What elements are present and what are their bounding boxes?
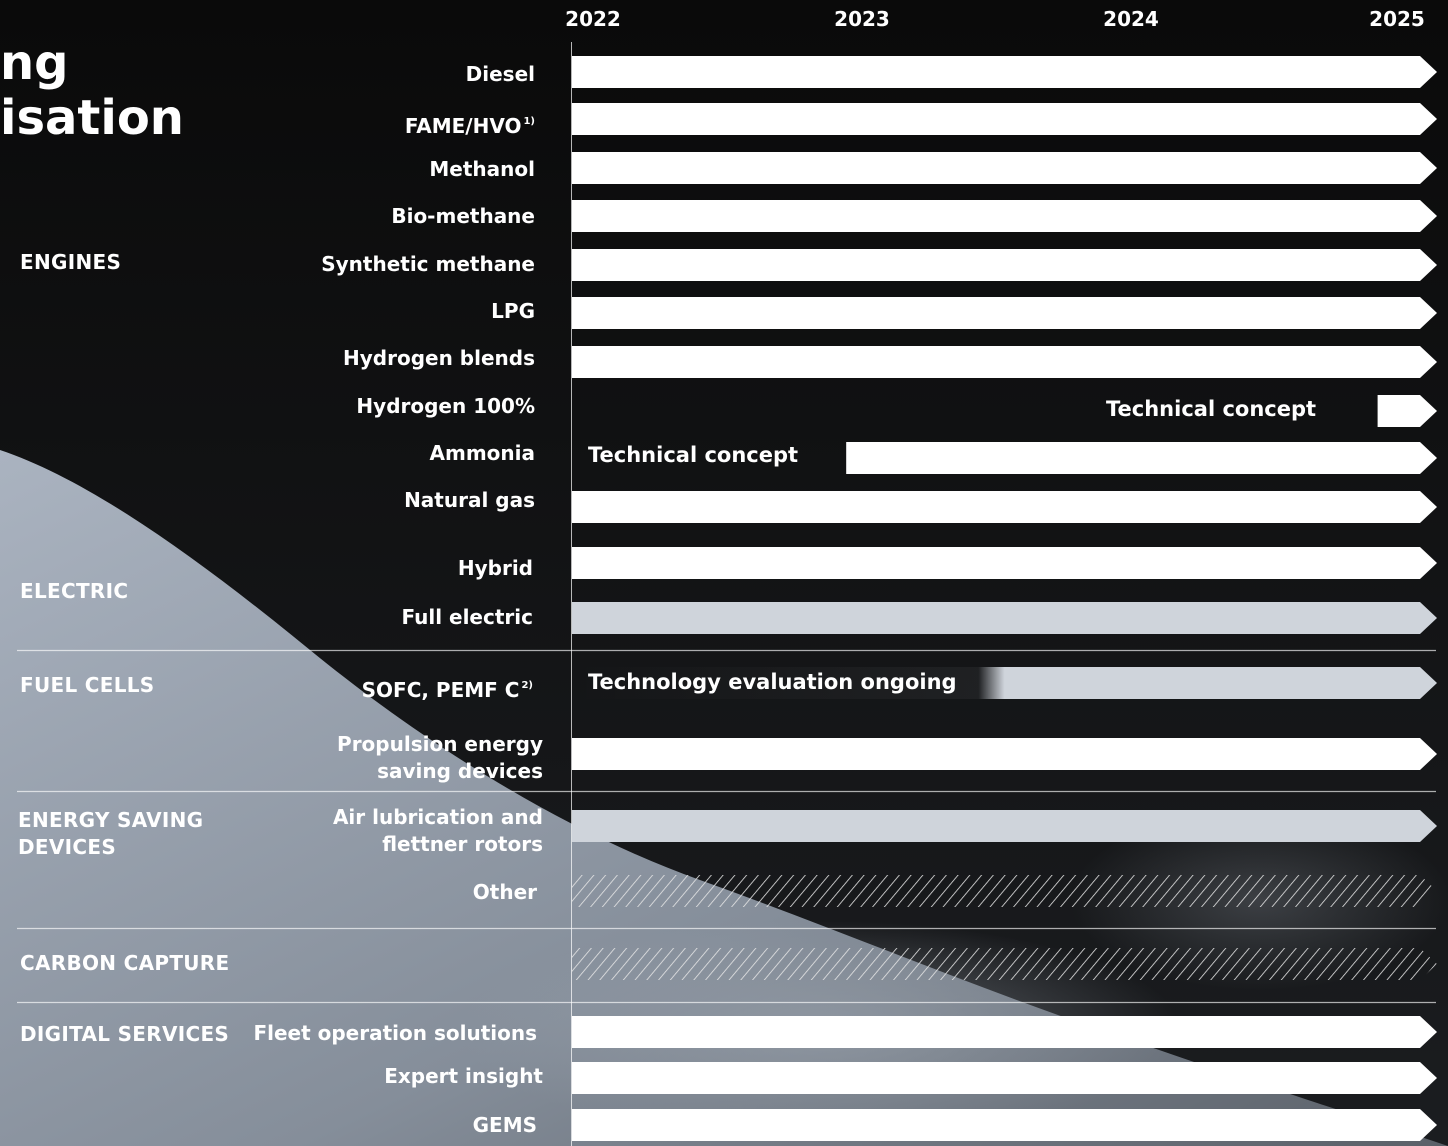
row-label-line: Synthetic methane	[321, 251, 535, 276]
row-label: Ammonia	[430, 440, 536, 467]
row-label: Natural gas	[404, 487, 535, 514]
row-label-line: Hybrid	[457, 555, 533, 580]
x-tick-label: 2023	[834, 7, 890, 31]
group-label: ENERGY SAVING DEVICES	[18, 807, 203, 861]
row-label: Hydrogen blends	[343, 345, 535, 372]
row-label-line: FAME/HVO 1)	[404, 113, 535, 138]
row-label-line: saving devices	[377, 759, 543, 783]
group-label: DIGITAL SERVICES	[20, 1022, 230, 1046]
roadmap-bar	[572, 1062, 1437, 1094]
group-label: ENGINES	[20, 250, 122, 274]
row-label-line: GEMS	[472, 1112, 537, 1137]
row-label: Full electric	[401, 604, 533, 631]
x-tick-label: 2025	[1369, 7, 1425, 31]
row-label-line: Diesel	[465, 61, 535, 86]
row-label: Synthetic methane	[321, 251, 535, 278]
row-label: Hybrid	[458, 555, 533, 582]
row-label-line: Hydrogen 100%	[356, 393, 535, 418]
row-label-line: Air lubrication and	[332, 805, 543, 829]
row-label-line: SOFC, PEMF C 2)	[361, 677, 533, 702]
row-label-line: Fleet operation solutions	[253, 1020, 537, 1045]
row-label: Fleet operation solutions	[253, 1020, 537, 1047]
row-label-line: LPG	[491, 298, 535, 323]
roadmap-bar	[572, 602, 1437, 634]
roadmap-bar	[572, 1109, 1437, 1141]
row-label: Air lubrication and flettner rotors	[333, 804, 543, 858]
roadmap-bar	[846, 442, 1437, 474]
bar-annotation: Technical concept	[1106, 397, 1317, 421]
footnote-marker: 1)	[523, 115, 535, 127]
group-label-line: DEVICES	[18, 835, 117, 859]
group-label: CARBON CAPTURE	[20, 951, 230, 975]
row-label: Propulsion energy saving devices	[337, 731, 543, 785]
row-label: GEMS	[473, 1112, 537, 1139]
row-label-line: Methanol	[429, 156, 535, 181]
row-label-line: Expert insight	[384, 1063, 543, 1088]
row-label-line: Full electric	[401, 604, 533, 629]
roadmap-bar	[572, 948, 1437, 980]
roadmap-bar	[572, 200, 1437, 232]
row-label: Methanol	[429, 156, 535, 183]
group-label: ELECTRIC	[20, 579, 129, 603]
row-label-line: Natural gas	[404, 487, 535, 512]
row-label: Expert insight	[384, 1063, 543, 1090]
roadmap-bar	[572, 249, 1437, 281]
group-label: FUEL CELLS	[20, 673, 155, 697]
page-title-line-1: ng	[0, 35, 69, 91]
roadmap-bar	[572, 56, 1437, 88]
roadmap-bar	[1377, 395, 1437, 427]
row-label: Other	[473, 879, 537, 906]
row-label-line: Propulsion energy	[337, 732, 543, 756]
row-label: FAME/HVO 1)	[405, 108, 535, 140]
group-label-line: ENERGY SAVING	[18, 808, 204, 832]
roadmap-bar	[572, 875, 1437, 907]
page-title-line-2: isation	[0, 90, 184, 146]
roadmap-bar	[572, 346, 1437, 378]
roadmap-bar	[572, 152, 1437, 184]
row-label: SOFC, PEMF C 2)	[362, 672, 533, 704]
row-label: Bio-methane	[391, 203, 535, 230]
row-label: Hydrogen 100%	[356, 393, 535, 420]
row-label-line: Other	[472, 879, 537, 904]
row-label: LPG	[491, 298, 535, 325]
roadmap-bar	[572, 103, 1437, 135]
roadmap-bar	[572, 547, 1437, 579]
x-tick-label: 2024	[1103, 7, 1159, 31]
row-label: Diesel	[466, 61, 535, 88]
roadmap-bar	[572, 491, 1437, 523]
footnote-marker: 2)	[521, 679, 533, 691]
x-tick-label: 2022	[565, 7, 621, 31]
roadmap-bar	[572, 738, 1437, 770]
row-label-line: flettner rotors	[382, 832, 543, 856]
bar-annotation: Technology evaluation ongoing	[588, 670, 957, 694]
row-label-line: Bio-methane	[391, 203, 535, 228]
bar-annotation: Technical concept	[588, 443, 799, 467]
row-label-line: Ammonia	[429, 440, 536, 465]
row-label-line: Hydrogen blends	[343, 345, 535, 370]
roadmap-bar	[572, 810, 1437, 842]
roadmap-bar	[572, 1016, 1437, 1048]
roadmap-bar	[572, 297, 1437, 329]
